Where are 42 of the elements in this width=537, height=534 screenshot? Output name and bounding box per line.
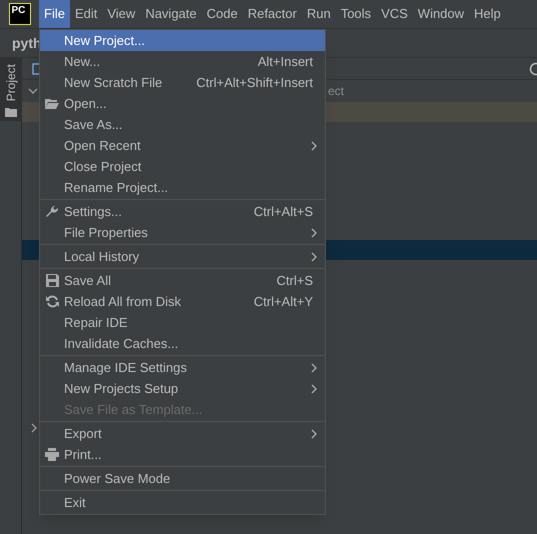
menu-entry[interactable]: Exit	[40, 492, 325, 513]
menu-item[interactable]: Navigate	[140, 0, 202, 28]
menu-entry[interactable]: Power Save Mode	[40, 468, 325, 489]
menu-entry[interactable]: Open Recent	[40, 135, 325, 156]
folder-icon	[4, 107, 16, 118]
menu-item[interactable]: Code	[202, 0, 243, 28]
menu-entry[interactable]: File Properties	[40, 222, 325, 243]
menu-entry[interactable]: Invalidate Caches...	[40, 333, 325, 354]
menu-entry[interactable]: Save As...	[40, 114, 325, 135]
menu-item[interactable]: Help	[469, 0, 506, 28]
menu-item[interactable]: View	[102, 0, 140, 28]
menu-entry[interactable]: Manage IDE Settings	[40, 357, 325, 378]
menu-item[interactable]: Edit	[70, 0, 102, 28]
menu-entry[interactable]: Settings... Ctrl+Alt+S	[40, 201, 325, 222]
menu-entry[interactable]: Rename Project...	[40, 177, 325, 198]
menu-entry[interactable]: Save All Ctrl+S	[40, 270, 325, 291]
search-field[interactable]: ect	[328, 82, 344, 100]
menu-entry[interactable]: New Projects Setup	[40, 378, 325, 399]
menu-entry[interactable]: Local History	[40, 246, 325, 267]
menu-item[interactable]: Window	[412, 0, 470, 28]
menu-item[interactable]: Tools	[336, 0, 376, 28]
menu-entry[interactable]: New... Alt+Insert	[40, 51, 325, 72]
app-logo: PC	[8, 3, 30, 25]
chevron-right-icon[interactable]	[30, 423, 38, 433]
menu-item[interactable]: File	[39, 0, 70, 28]
wrench-icon	[45, 204, 59, 218]
menu-item[interactable]: VCS	[376, 0, 413, 28]
menu-item[interactable]: Run	[302, 0, 336, 28]
menu-entry[interactable]: Open...	[40, 93, 325, 114]
folder-icon	[45, 98, 59, 110]
menu-entry[interactable]: Print...	[40, 444, 325, 465]
reload-icon	[46, 295, 58, 308]
menu-entry[interactable]: New Scratch File Ctrl+Alt+Shift+Insert	[40, 72, 325, 93]
project-tool-tab[interactable]: Project	[0, 58, 22, 122]
menu-entry[interactable]: New Project...	[40, 30, 325, 51]
menu-entry[interactable]: Close Project	[40, 156, 325, 177]
menu-item[interactable]: Refactor	[242, 0, 302, 28]
printer-icon	[45, 448, 59, 461]
menu-entry[interactable]: Repair IDE	[40, 312, 325, 333]
chevron-down-icon[interactable]	[28, 87, 38, 95]
menu-entry[interactable]: Export	[40, 423, 325, 444]
menu-entry[interactable]: Reload All from Disk Ctrl+Alt+Y	[40, 291, 325, 312]
